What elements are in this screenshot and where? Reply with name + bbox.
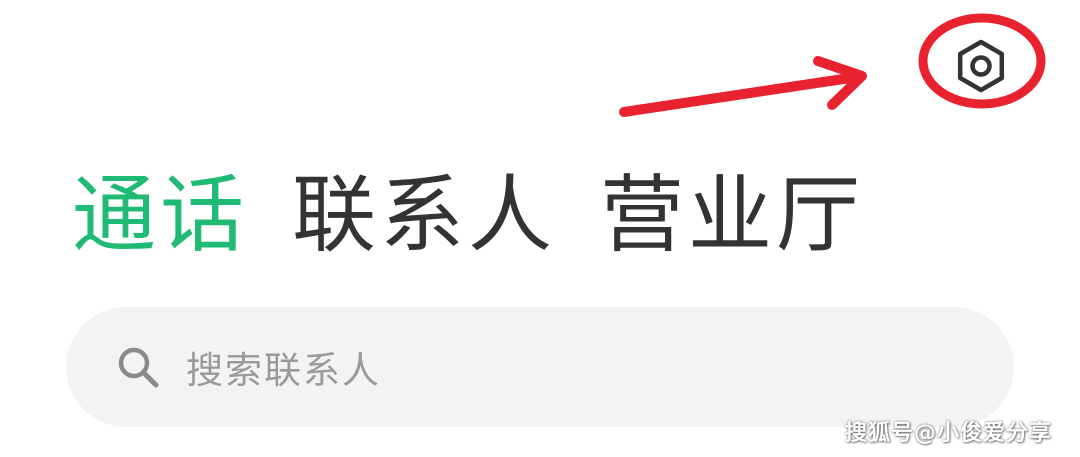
settings-button[interactable]: [945, 30, 1017, 102]
tab-bar: 通话 联系人 营业厅: [72, 160, 908, 270]
search-placeholder: 搜索联系人: [186, 349, 381, 392]
search-input[interactable]: 搜索联系人: [66, 307, 1014, 427]
tab-calls[interactable]: 通话: [72, 173, 248, 257]
tab-contacts[interactable]: 联系人: [292, 173, 556, 257]
search-icon: [118, 347, 159, 388]
watermark: 搜狐号@小俊爱分享: [844, 421, 1052, 446]
settings-icon: [957, 39, 1005, 93]
tab-service-hall[interactable]: 营业厅: [600, 173, 864, 257]
annotation-arrow: [619, 56, 867, 117]
